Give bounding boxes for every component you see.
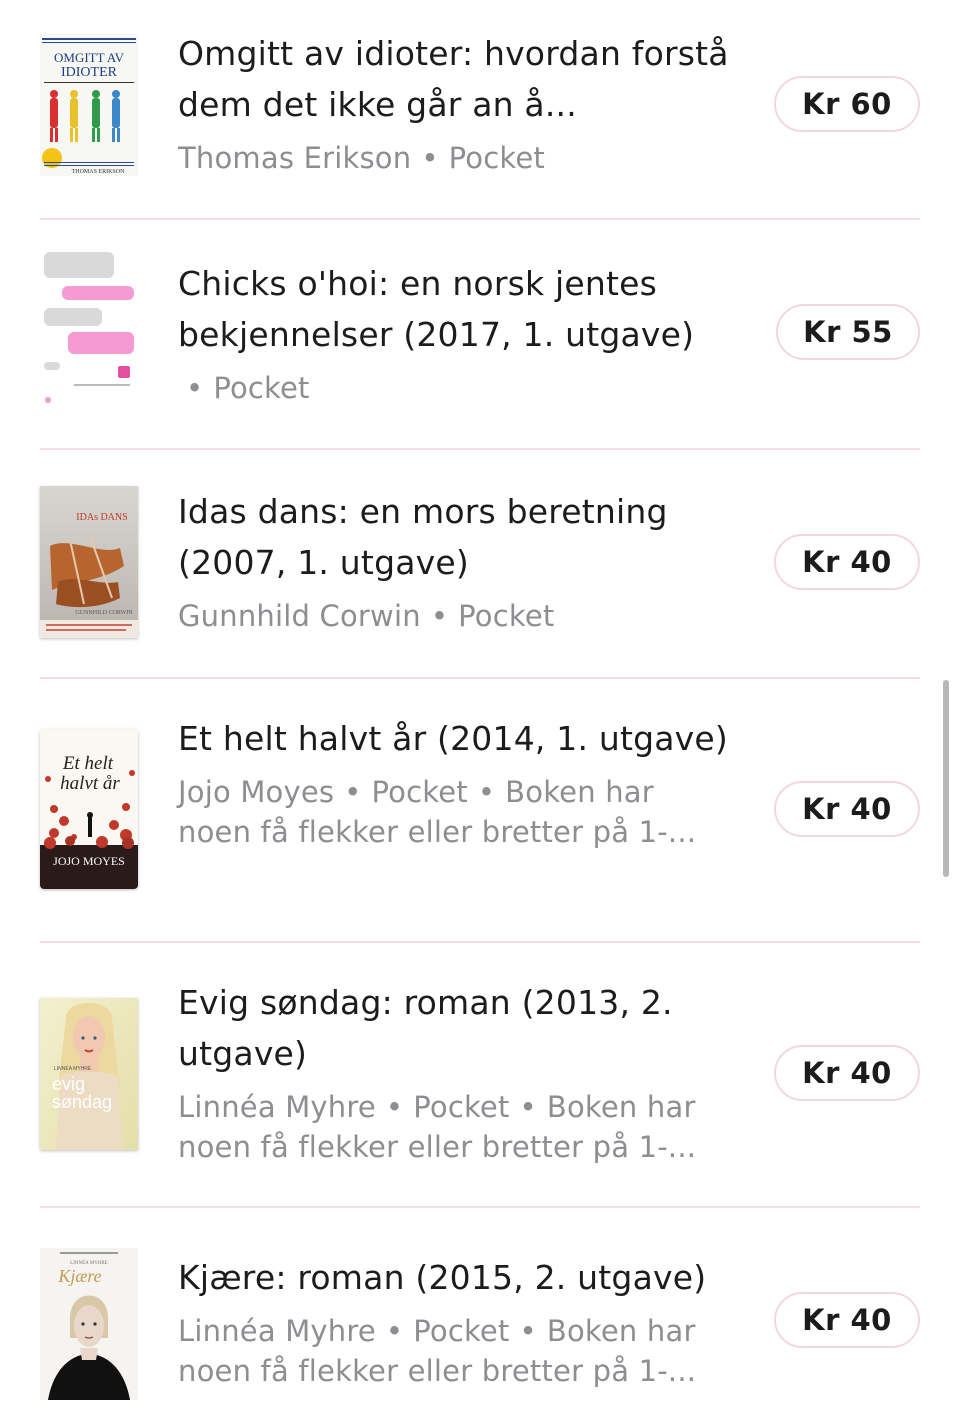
price-label: Kr 40 (802, 1056, 892, 1090)
price-button[interactable]: Kr 55 (776, 304, 920, 360)
meta-separator: • (344, 775, 362, 809)
price-label: Kr 40 (802, 792, 892, 826)
book-format: Pocket (413, 1314, 510, 1348)
meta-separator: • (519, 1090, 537, 1124)
cover-author: GUNNHILD CORWIN (75, 610, 133, 616)
meta-separator: • (385, 1314, 404, 1348)
meta-separator: • (430, 599, 449, 633)
book-cover[interactable]: Et helt halvt år JOJO MOYES (40, 729, 138, 889)
price-label: Kr 40 (802, 545, 892, 579)
cover-headline-line2: IDIOTER (61, 65, 118, 80)
book-meta: • Pocket (178, 368, 733, 408)
book-format: Pocket (371, 775, 468, 809)
book-author: Gunnhild Corwin (178, 599, 421, 633)
list-item[interactable]: LINNÉA MYHRE evig søndag Evig søndag: ro… (40, 943, 920, 1208)
book-format: Pocket (413, 1090, 510, 1124)
list-item[interactable]: IDAs DANS GUNNHILD CORWIN Idas dans: en … (40, 450, 920, 679)
price-label: Kr 55 (803, 315, 893, 349)
book-cover[interactable]: OMGITT AV IDIOTER THOMAS ERIKSON (40, 34, 138, 176)
book-title: Et helt halvt år (2014, 1. utgave) (178, 719, 728, 758)
meta-separator: • (186, 371, 204, 405)
book-author: Jojo Moyes (178, 775, 335, 809)
cover-headline-line1: OMGITT AV (54, 50, 125, 65)
book-cover[interactable]: LINNÉA MYHRE evig søndag (40, 998, 138, 1150)
scrollbar[interactable] (943, 680, 949, 877)
item-text: Omgitt av idioter: hvordan forstå dem de… (178, 28, 733, 178)
price-button[interactable]: Kr 40 (774, 534, 920, 590)
cover-author: THOMAS ERIKSON (72, 169, 126, 175)
meta-separator: • (421, 141, 439, 175)
book-title: Omgitt av idioter: hvordan forstå dem de… (178, 34, 729, 124)
price-button[interactable]: Kr 60 (774, 76, 920, 132)
list-item[interactable]: Chicks o'hoi: en norsk jentes bekjennels… (40, 220, 920, 450)
price-label: Kr 40 (802, 1303, 892, 1337)
cover-headline: Kjære (57, 1266, 101, 1286)
price-button[interactable]: Kr 40 (774, 781, 920, 837)
book-author: Linnéa Myhre (178, 1314, 376, 1348)
book-meta: Jojo Moyes • Pocket • Boken har noen få flek… (178, 772, 733, 852)
item-text: Et helt halvt år (2014, 1. utgave) Jojo … (178, 713, 733, 852)
meta-separator: • (519, 1314, 537, 1348)
book-cover[interactable] (40, 250, 138, 406)
book-author: Linnéa Myhre (178, 1090, 376, 1124)
book-meta: Linnéa Myhre • Pocket • Boken har noen få fl… (178, 1311, 733, 1391)
book-author: Thomas Erikson (178, 141, 412, 175)
book-meta: Linnéa Myhre • Pocket • Boken har noen få fl… (178, 1087, 733, 1167)
list-item[interactable]: LINNÉA MYHRE Kjære Kjære: roman (2015, 2… (40, 1208, 920, 1423)
cover-headline-line2: søndag (52, 1092, 112, 1112)
list-item[interactable]: Et helt halvt år JOJO MOYES Et helt halv… (40, 679, 920, 943)
item-text: Evig søndag: roman (2013, 2. utgave) Lin… (178, 977, 733, 1167)
book-format: Pocket (213, 371, 310, 405)
cover-author: JOJO MOYES (53, 854, 125, 868)
price-button[interactable]: Kr 40 (774, 1292, 920, 1348)
cover-author: LINNÉA MYHRE (54, 1065, 92, 1072)
item-text: Chicks o'hoi: en norsk jentes bekjennels… (178, 258, 733, 408)
meta-separator: • (385, 1090, 404, 1124)
price-button[interactable]: Kr 40 (774, 1045, 920, 1101)
cover-headline: IDAs DANS (76, 512, 127, 523)
item-text: Kjære: roman (2015, 2. utgave) Linnéa My… (178, 1252, 733, 1391)
meta-separator: • (477, 775, 496, 809)
list-item[interactable]: OMGITT AV IDIOTER THOMAS ERIKSON Omgitt … (40, 0, 920, 220)
cover-headline-line2: halvt år (60, 773, 120, 794)
book-title: Chicks o'hoi: en norsk jentes bekjennels… (178, 264, 695, 354)
book-meta: Thomas Erikson • Pocket (178, 138, 733, 178)
cover-headline-line1: Et helt (62, 753, 114, 774)
book-title: Idas dans: en mors beretning (2007, 1. u… (178, 492, 668, 582)
book-format: Pocket (448, 141, 545, 175)
item-text: Idas dans: en mors beretning (2007, 1. u… (178, 486, 733, 636)
book-format: Pocket (458, 599, 555, 633)
cover-headline-line1: evig (52, 1074, 85, 1094)
book-title: Kjære: roman (2015, 2. utgave) (178, 1258, 707, 1297)
book-cover[interactable]: LINNÉA MYHRE Kjære (40, 1248, 138, 1400)
book-title: Evig søndag: roman (2013, 2. utgave) (178, 983, 673, 1073)
book-cover[interactable]: IDAs DANS GUNNHILD CORWIN (40, 486, 138, 638)
price-label: Kr 60 (802, 87, 892, 121)
book-meta: Gunnhild Corwin • Pocket (178, 596, 733, 636)
